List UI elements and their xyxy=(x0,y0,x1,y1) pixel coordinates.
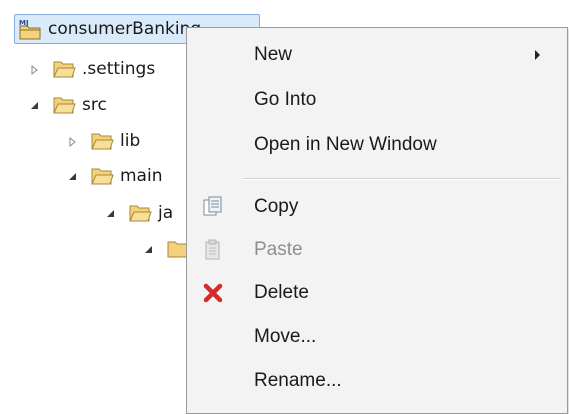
tree-root-label: consumerBanking xyxy=(48,19,202,39)
tree-item-label: lib xyxy=(120,131,141,151)
menu-item-move[interactable]: Move... xyxy=(187,318,567,356)
menu-item-label: Delete xyxy=(254,282,309,303)
menu-separator xyxy=(243,178,561,180)
paste-icon xyxy=(201,238,225,262)
menu-item-copy[interactable]: Copy xyxy=(187,188,567,226)
menu-item-new[interactable]: New xyxy=(187,36,567,74)
collapsed-arrow-icon[interactable] xyxy=(28,62,42,76)
context-menu: New Go Into Open in New Window Copy Past… xyxy=(186,27,568,414)
tree-item-settings[interactable]: .settings xyxy=(28,52,155,86)
expanded-arrow-icon[interactable] xyxy=(104,206,118,220)
menu-item-label: Rename... xyxy=(254,370,342,391)
java-project-icon: M J xyxy=(18,17,42,41)
folder-icon xyxy=(52,58,76,80)
menu-item-label: Copy xyxy=(254,196,299,217)
menu-item-delete[interactable]: Delete xyxy=(187,274,567,312)
collapsed-arrow-icon[interactable] xyxy=(66,134,80,148)
copy-icon xyxy=(201,195,225,219)
folder-icon xyxy=(52,94,76,116)
expanded-arrow-icon[interactable] xyxy=(142,242,156,256)
menu-item-open-new-window[interactable]: Open in New Window xyxy=(187,126,567,164)
menu-item-label: New xyxy=(254,44,293,65)
expanded-arrow-icon[interactable] xyxy=(28,98,42,112)
tree-item-label: src xyxy=(82,95,107,115)
menu-item-label: Go Into xyxy=(254,89,317,110)
menu-item-label: Open in New Window xyxy=(254,134,437,155)
tree-item-label: main xyxy=(120,166,163,186)
tree-item-src[interactable]: src xyxy=(28,88,107,122)
svg-text:J: J xyxy=(25,19,29,27)
menu-item-paste[interactable]: Paste xyxy=(187,231,567,269)
menu-item-rename[interactable]: Rename... xyxy=(187,362,567,400)
tree-item-lib[interactable]: lib xyxy=(66,124,140,158)
menu-item-label: Paste xyxy=(254,239,303,260)
folder-icon xyxy=(90,165,114,187)
folder-icon xyxy=(90,130,114,152)
tree-item-java[interactable]: ja xyxy=(104,196,173,230)
tree-item-hidden[interactable] xyxy=(142,232,190,266)
tree-item-label: .settings xyxy=(82,59,156,79)
menu-item-go-into[interactable]: Go Into xyxy=(187,81,567,119)
submenu-arrow-icon xyxy=(535,50,540,60)
expanded-arrow-icon[interactable] xyxy=(66,169,80,183)
tree-root-item[interactable]: M J consumerBanking xyxy=(18,12,201,46)
svg-text:M: M xyxy=(19,19,26,27)
folder-icon xyxy=(128,202,152,224)
tree-item-label: ja xyxy=(158,203,174,223)
tree-item-main[interactable]: main xyxy=(66,159,162,193)
delete-icon xyxy=(201,281,225,305)
menu-item-label: Move... xyxy=(254,326,317,347)
